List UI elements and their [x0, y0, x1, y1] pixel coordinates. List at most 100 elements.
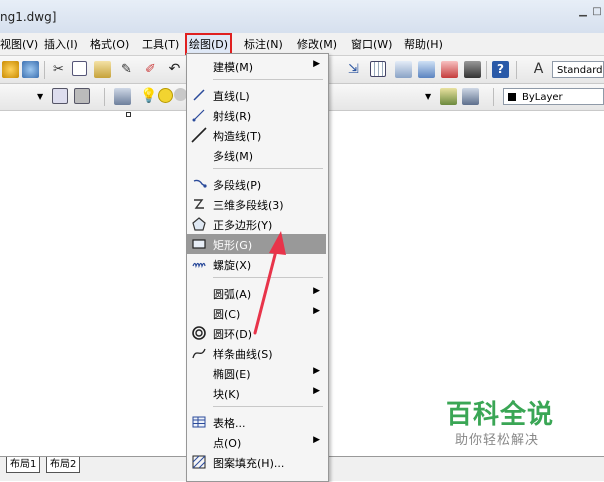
toolbar-separator	[516, 61, 517, 79]
menu-item-construction-line[interactable]: 构造线(T)	[187, 125, 326, 145]
menu-item-label: 三维多段线(3)	[213, 199, 284, 212]
watermark-subtitle: 助你轻松解决	[455, 433, 540, 448]
menu-item-3d-polyline[interactable]: 三维多段线(3)	[187, 194, 326, 214]
3d-polyline-icon	[191, 196, 207, 212]
tab-layout2[interactable]: 布局2	[46, 457, 81, 473]
helix-icon	[191, 256, 207, 272]
menu-item-point[interactable]: 点(O) ▶	[187, 432, 326, 452]
menu-item-label: 射线(R)	[213, 110, 252, 123]
menu-item-label: 直线(L)	[213, 90, 250, 103]
ray-icon	[191, 107, 207, 123]
help-icon[interactable]: ?	[492, 61, 509, 78]
menu-item-label: 点(O)	[213, 437, 242, 450]
menu-item-label: 表格...	[213, 417, 246, 430]
submenu-arrow-icon: ▶	[313, 59, 320, 69]
text-style-select[interactable]: Standard	[552, 61, 604, 78]
submenu-arrow-icon: ▶	[313, 306, 320, 316]
properties-icon[interactable]	[370, 61, 386, 77]
donut-icon	[191, 325, 207, 341]
cut-icon[interactable]: ✂	[50, 61, 67, 78]
menu-divider	[213, 406, 323, 407]
menu-item-label: 构造线(T)	[213, 130, 262, 143]
menu-help[interactable]: 帮助(H)	[404, 36, 443, 52]
menu-item-label: 多段线(P)	[213, 179, 262, 192]
menu-item-ellipse[interactable]: 椭圆(E) ▶	[187, 363, 326, 383]
minimize-button[interactable]: ▁	[576, 6, 590, 17]
annotation-arrow-icon	[253, 231, 286, 335]
table-icon	[191, 414, 207, 430]
toolbar-separator	[104, 88, 105, 106]
submenu-arrow-icon: ▶	[313, 366, 320, 376]
paste-icon[interactable]	[94, 61, 111, 78]
menu-item-multiline[interactable]: 多线(M)	[187, 145, 326, 165]
menu-divider	[213, 79, 323, 80]
workspace-icon[interactable]	[52, 88, 68, 104]
watermark-title: 百科全说	[446, 400, 555, 430]
menu-item-spline[interactable]: 样条曲线(S)	[187, 343, 326, 363]
menu-item-label: 块(K)	[213, 388, 240, 401]
menu-tools[interactable]: 工具(T)	[142, 36, 179, 52]
polygon-icon	[191, 216, 207, 232]
pan-icon[interactable]: ⇲	[345, 61, 362, 78]
menu-item-label: 多线(M)	[213, 150, 254, 163]
menu-item-label: 样条曲线(S)	[213, 348, 273, 361]
title-bar: ng1.dwg] ▁ □	[0, 0, 604, 34]
menu-modify[interactable]: 修改(M)	[297, 36, 337, 52]
make-current-layer-icon[interactable]	[440, 88, 457, 105]
submenu-arrow-icon: ▶	[313, 286, 320, 296]
layer-previous-icon[interactable]	[462, 88, 479, 105]
menu-draw[interactable]: 绘图(D)	[185, 33, 233, 55]
toolbar-separator	[44, 61, 45, 79]
layer-properties-icon[interactable]	[114, 88, 131, 105]
menu-item-label: 圆(C)	[213, 308, 241, 321]
lineweight-select[interactable]: ByLayer	[503, 88, 604, 105]
sun-icon[interactable]	[158, 88, 173, 103]
polyline-icon	[191, 176, 207, 192]
lightbulb-icon[interactable]: 💡	[140, 88, 157, 105]
window-title: ng1.dwg]	[0, 10, 57, 24]
hatch-icon	[191, 454, 207, 470]
menu-item-block[interactable]: 块(K) ▶	[187, 383, 326, 403]
undo-icon[interactable]: ↶	[166, 61, 183, 78]
menu-item-label: 图案填充(H)...	[213, 457, 285, 470]
calculator-icon[interactable]	[464, 61, 481, 78]
grip-marker	[126, 112, 131, 117]
text-style-icon: A	[533, 61, 544, 77]
toolbar-separator	[493, 88, 494, 106]
submenu-arrow-icon: ▶	[313, 435, 320, 445]
publish-icon[interactable]	[22, 61, 39, 78]
menu-insert[interactable]: 插入(I)	[44, 36, 78, 52]
xline-icon	[191, 127, 207, 143]
copy-icon[interactable]	[72, 61, 87, 76]
menu-dimension[interactable]: 标注(N)	[244, 36, 283, 52]
menu-item-polyline[interactable]: 多段线(P)	[187, 174, 326, 194]
design-center-icon[interactable]	[395, 61, 412, 78]
toolbar-separator	[486, 61, 487, 79]
tool-palettes-icon[interactable]	[418, 61, 435, 78]
rectangle-icon	[191, 236, 207, 252]
line-icon	[191, 87, 207, 103]
toolbar-lock-icon[interactable]	[74, 88, 90, 104]
color-swatch	[508, 93, 516, 101]
menu-item-table[interactable]: 表格...	[187, 412, 326, 432]
menu-item-ray[interactable]: 射线(R)	[187, 105, 326, 125]
menu-format[interactable]: 格式(O)	[90, 36, 129, 52]
chevron-down-icon[interactable]: ▼	[425, 92, 431, 101]
maximize-button[interactable]: □	[590, 6, 604, 17]
menu-view[interactable]: 视图(V)	[0, 36, 38, 52]
block-editor-icon[interactable]: ✐	[142, 61, 159, 78]
submenu-arrow-icon: ▶	[313, 386, 320, 396]
tab-layout1[interactable]: 布局1	[6, 457, 41, 473]
plot-icon[interactable]	[2, 61, 19, 78]
menu-window[interactable]: 窗口(W)	[351, 36, 392, 52]
chevron-down-icon[interactable]: ▼	[37, 92, 43, 101]
menu-item-label: 建模(M)	[213, 61, 254, 74]
markup-icon[interactable]	[441, 61, 458, 78]
menu-divider	[213, 168, 323, 169]
spline-icon	[191, 345, 207, 361]
menu-item-label: 椭圆(E)	[213, 368, 251, 381]
menu-item-modeling[interactable]: 建模(M) ▶	[187, 56, 326, 76]
menu-item-line[interactable]: 直线(L)	[187, 85, 326, 105]
menu-item-hatch[interactable]: 图案填充(H)...	[187, 452, 326, 472]
match-properties-icon[interactable]: ✎	[118, 61, 135, 78]
